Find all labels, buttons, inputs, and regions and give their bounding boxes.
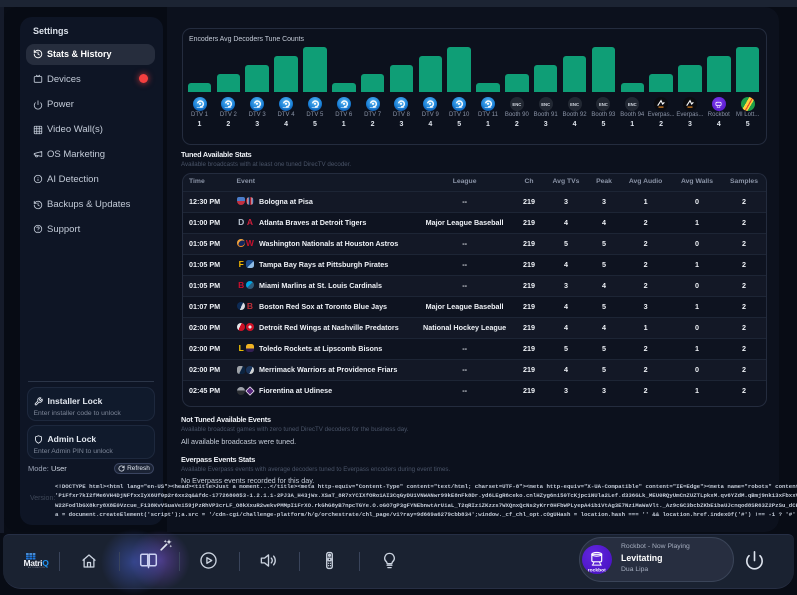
svg-text:rockbot: rockbot: [588, 567, 606, 573]
